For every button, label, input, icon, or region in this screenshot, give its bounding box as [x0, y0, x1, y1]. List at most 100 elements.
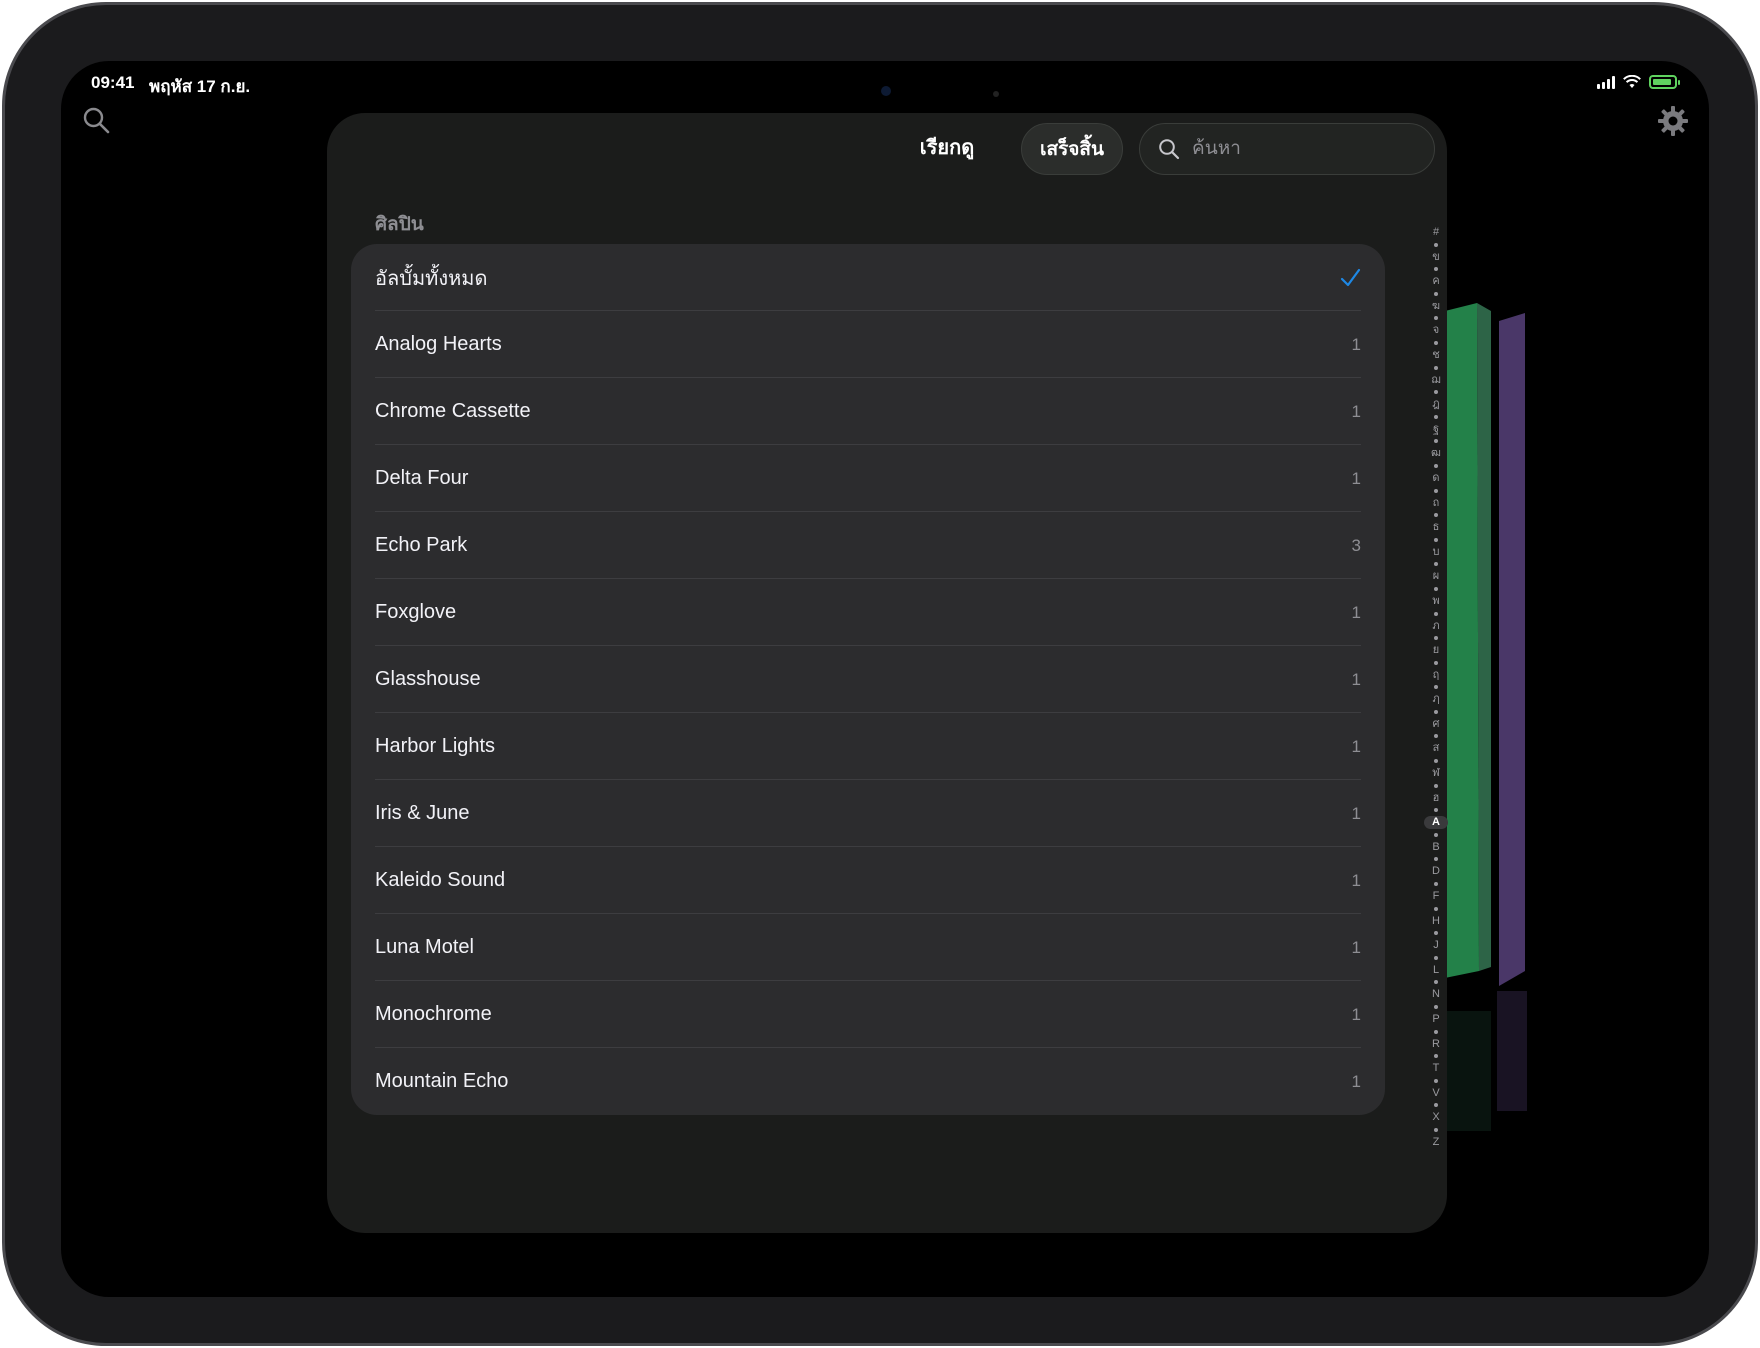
- album-count: 3: [1351, 535, 1361, 555]
- search-input[interactable]: [1190, 137, 1394, 161]
- list-item[interactable]: Analog Hearts 1: [351, 311, 1385, 378]
- list-item[interactable]: Harbor Lights 1: [351, 713, 1385, 780]
- index-separator-dot: [1434, 586, 1438, 591]
- index-letter[interactable]: ฮ: [1433, 792, 1440, 805]
- index-letter[interactable]: ฌ: [1431, 374, 1440, 387]
- list-item-label: อัลบั้มทั้งหมด: [375, 267, 488, 290]
- wifi-icon: [1623, 75, 1641, 88]
- album-count: 1: [1351, 602, 1361, 622]
- index-letter[interactable]: ศ: [1433, 718, 1440, 731]
- index-letter[interactable]: J: [1433, 939, 1439, 952]
- list-item[interactable]: Chrome Cassette 1: [351, 378, 1385, 445]
- album-count: 1: [1351, 401, 1361, 421]
- index-letter[interactable]: #: [1433, 226, 1439, 239]
- index-letter[interactable]: ฐ: [1433, 423, 1439, 436]
- list-item[interactable]: Luna Motel 1: [351, 914, 1385, 981]
- gear-icon[interactable]: [1657, 105, 1689, 137]
- album-count: 1: [1351, 870, 1361, 890]
- index-letter[interactable]: บ: [1433, 546, 1440, 559]
- index-separator-dot: [1434, 267, 1438, 272]
- index-letter[interactable]: ค: [1432, 275, 1439, 288]
- index-letter[interactable]: ฬ: [1432, 767, 1440, 780]
- index-letter[interactable]: Z: [1433, 1136, 1440, 1149]
- index-letter[interactable]: V: [1432, 1087, 1439, 1100]
- index-letter[interactable]: X: [1432, 1111, 1439, 1124]
- index-separator-dot: [1434, 1127, 1438, 1132]
- index-letter[interactable]: ฎ: [1432, 398, 1439, 411]
- index-letter[interactable]: ฦ: [1432, 693, 1439, 706]
- list-item[interactable]: Mountain Echo 1: [351, 1048, 1385, 1115]
- album-count: 1: [1351, 803, 1361, 823]
- album-count: 1: [1351, 937, 1361, 957]
- list-item[interactable]: Glasshouse 1: [351, 646, 1385, 713]
- list-item[interactable]: Kaleido Sound 1: [351, 847, 1385, 914]
- ipad-frame: 09:41 พฤหัส 17 ก.ย. เรียกดู เสร็จสิ้น ค้…: [2, 2, 1758, 1346]
- list-item-label: Iris & June: [375, 802, 470, 824]
- index-letter[interactable]: จ: [1433, 324, 1439, 337]
- section-index-bar[interactable]: # ขคฆจชฌฎฐฒดถธบผพภยฤฦศสฬฮ A B D F H J L N P R T V X Z: [1424, 226, 1448, 1149]
- index-separator-dot: [1434, 955, 1438, 960]
- index-separator-dot: [1434, 783, 1438, 788]
- index-letter[interactable]: พ: [1432, 595, 1439, 608]
- index-letter[interactable]: R: [1432, 1038, 1440, 1051]
- index-letter[interactable]: B: [1432, 841, 1439, 854]
- album-count: 1: [1351, 736, 1361, 756]
- index-separator-dot: [1434, 1103, 1438, 1108]
- search-field[interactable]: [1139, 123, 1435, 175]
- status-indicators: [1597, 75, 1680, 89]
- index-letter[interactable]: ส: [1433, 742, 1440, 755]
- index-separator-dot: [1434, 882, 1438, 887]
- index-separator-dot: [1434, 291, 1438, 296]
- index-letter[interactable]: ข: [1432, 251, 1440, 264]
- index-letter[interactable]: ด: [1432, 472, 1439, 485]
- index-separator-dot: [1434, 611, 1438, 616]
- album-count: 1: [1351, 669, 1361, 689]
- index-separator-dot: [1434, 488, 1438, 493]
- index-letter[interactable]: ธ: [1433, 521, 1440, 534]
- index-letter[interactable]: A: [1424, 816, 1448, 829]
- index-separator-dot: [1434, 316, 1438, 321]
- index-letter[interactable]: ผ: [1433, 570, 1439, 583]
- list-item[interactable]: Echo Park 3: [351, 512, 1385, 579]
- index-letter[interactable]: ภ: [1432, 620, 1439, 633]
- index-separator-dot: [1434, 1029, 1438, 1034]
- index-letter[interactable]: H: [1432, 915, 1440, 928]
- index-letter[interactable]: ช: [1432, 349, 1439, 362]
- list-item-label: Mountain Echo: [375, 1070, 509, 1092]
- index-letter[interactable]: F: [1433, 890, 1440, 903]
- index-separator-dot: [1434, 832, 1438, 837]
- index-letter[interactable]: ฤ: [1433, 669, 1440, 682]
- index-separator-dot: [1434, 734, 1438, 739]
- index-letter[interactable]: T: [1433, 1062, 1440, 1075]
- done-button[interactable]: เสร็จสิ้น: [1021, 123, 1123, 175]
- index-letter[interactable]: P: [1432, 1013, 1439, 1026]
- index-separator-dot: [1434, 1078, 1438, 1083]
- status-date: พฤหัส 17 ก.ย.: [149, 77, 251, 96]
- search-icon: [1159, 139, 1180, 160]
- index-separator-dot: [1434, 685, 1438, 690]
- list-item[interactable]: Delta Four 1: [351, 445, 1385, 512]
- index-letter[interactable]: L: [1433, 964, 1439, 977]
- index-letter[interactable]: N: [1432, 988, 1440, 1001]
- list-item-label: Chrome Cassette: [375, 400, 531, 422]
- index-letter[interactable]: D: [1432, 865, 1440, 878]
- list-item-label: Luna Motel: [375, 936, 474, 958]
- list-item-label: Kaleido Sound: [375, 869, 506, 891]
- list-item[interactable]: Iris & June 1: [351, 780, 1385, 847]
- index-separator-dot: [1434, 463, 1438, 468]
- search-icon[interactable]: [81, 105, 111, 135]
- index-letter[interactable]: ฒ: [1431, 447, 1441, 460]
- index-letter[interactable]: ถ: [1433, 497, 1440, 510]
- index-separator-dot: [1434, 857, 1438, 862]
- list-item[interactable]: Monochrome 1: [351, 981, 1385, 1048]
- index-separator-dot: [1434, 562, 1438, 567]
- index-separator-dot: [1434, 636, 1438, 641]
- index-letter[interactable]: ฆ: [1432, 300, 1440, 313]
- index-letter[interactable]: ย: [1433, 644, 1439, 657]
- list-item[interactable]: Foxglove 1: [351, 579, 1385, 646]
- list-item[interactable]: อัลบั้มทั้งหมด: [351, 244, 1385, 311]
- index-separator-dot: [1434, 759, 1438, 764]
- index-separator-dot: [1434, 1005, 1438, 1009]
- list-item-label: Monochrome: [375, 1003, 492, 1025]
- index-separator-dot: [1434, 365, 1438, 370]
